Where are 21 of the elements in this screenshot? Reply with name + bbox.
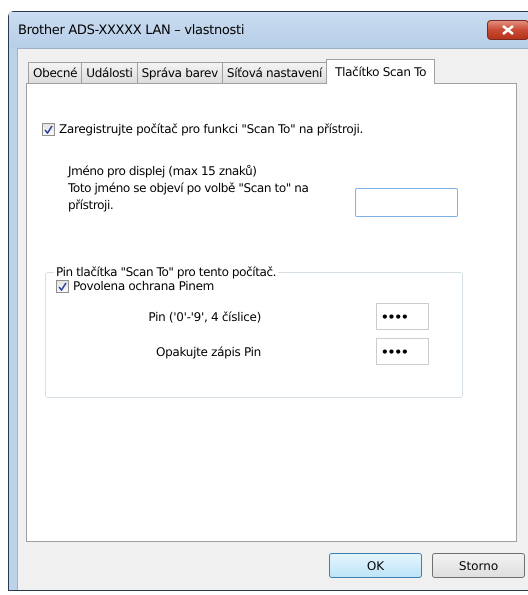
- checkbox-label: Povolena ochrana Pinem: [73, 279, 214, 293]
- tab[interactable]: Obecné: [28, 62, 82, 83]
- display-name-field[interactable]: [355, 188, 458, 217]
- pin-field[interactable]: ••••: [376, 338, 429, 365]
- group-legend: Pin tlačítka "Scan To" pro tento počítač.: [54, 265, 278, 279]
- pin-label: Opakujte zápis Pin: [154, 344, 262, 358]
- checkbox[interactable]: [42, 122, 55, 136]
- ok-button[interactable]: OK: [329, 553, 422, 578]
- pin-label: Pin ('0'-'9', 4 číslice): [147, 310, 262, 324]
- cancel-button[interactable]: Storno: [432, 553, 525, 578]
- tab[interactable]: Tlačítko Scan To: [326, 59, 436, 84]
- close-button[interactable]: [487, 20, 528, 40]
- close-icon: [502, 25, 514, 35]
- checkbox-label: Zaregistrujte počítač pro funkci "Scan To" na přístroji.: [59, 122, 364, 136]
- window-title: Brother ADS-XXXXX LAN – vlastnosti: [18, 22, 244, 38]
- display-name-label: Jméno pro displej (max 15 znaků) Toto jméno se objeví po volbě "Scan to" na přístroji.: [68, 163, 310, 214]
- tab[interactable]: Správa barev: [136, 62, 223, 83]
- pin-field[interactable]: ••••: [376, 303, 429, 330]
- checkbox[interactable]: [56, 280, 69, 292]
- tab[interactable]: Události: [81, 62, 138, 83]
- tab[interactable]: Síťová nastavení: [222, 62, 328, 83]
